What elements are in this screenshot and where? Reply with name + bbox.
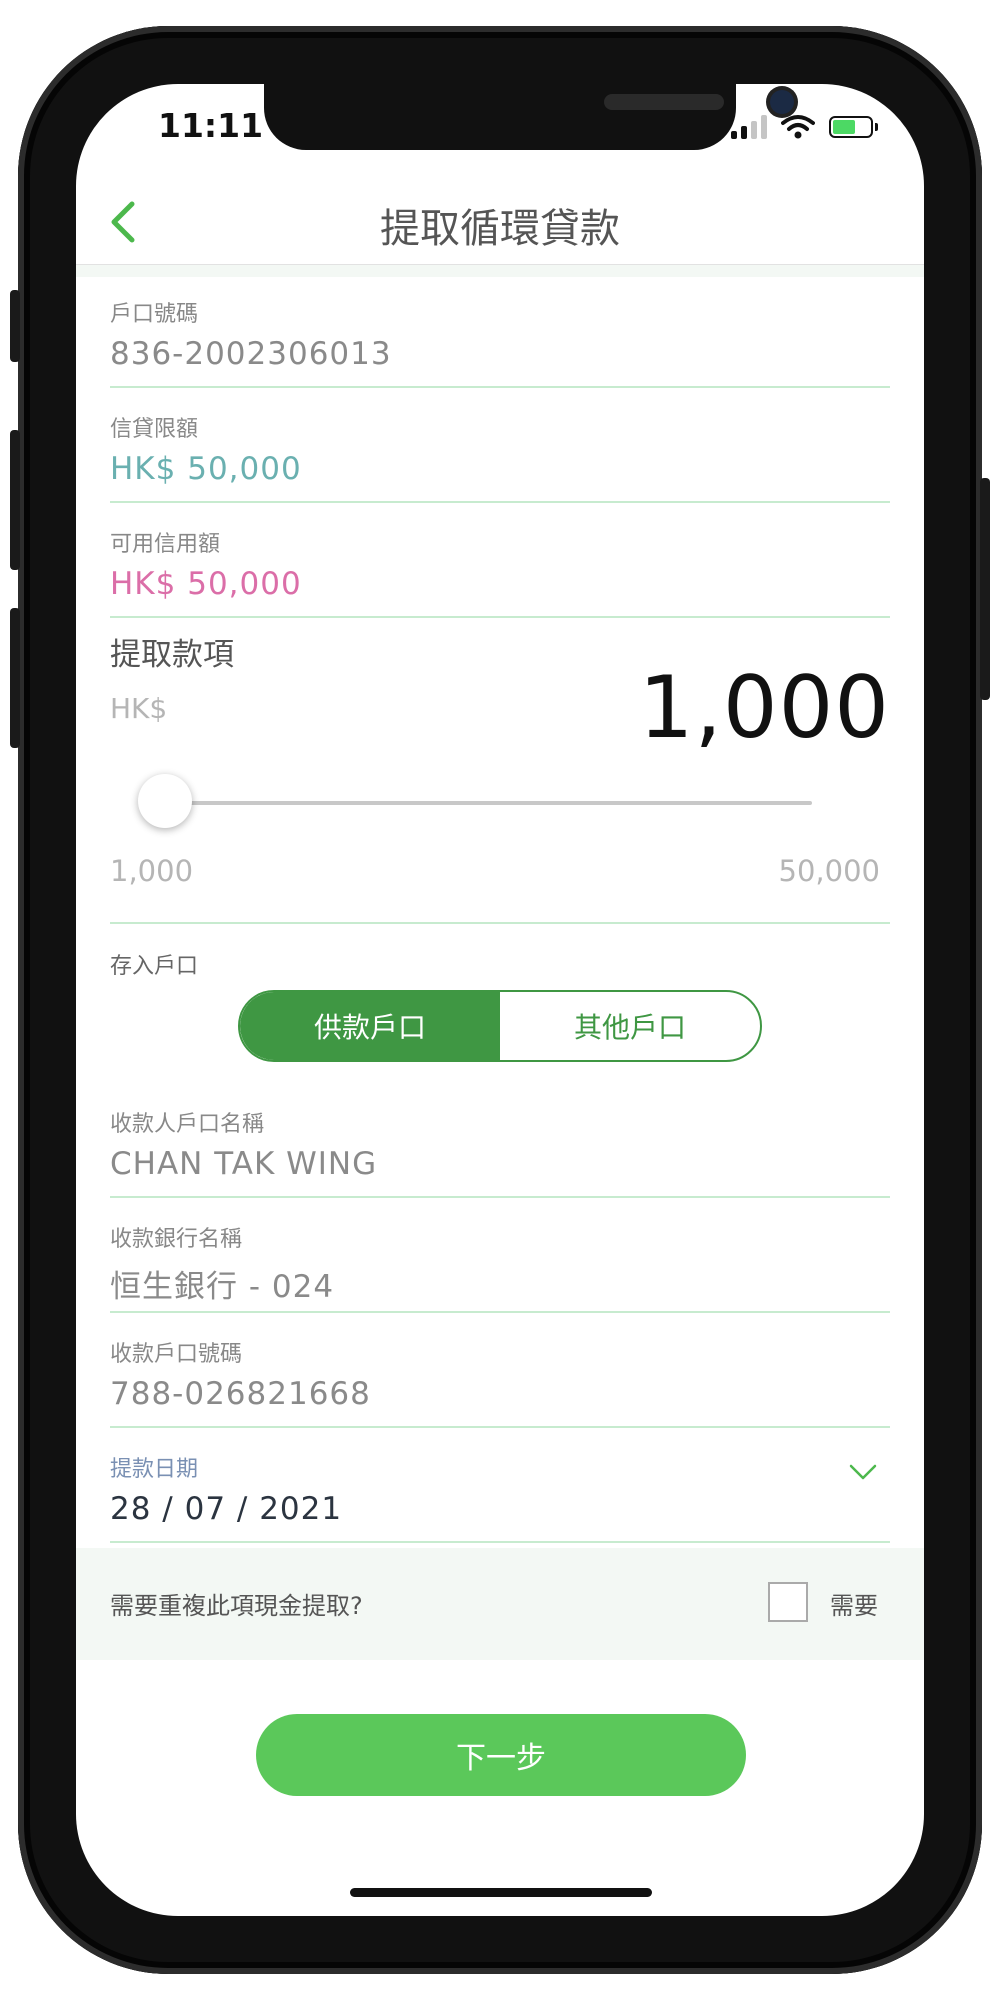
account-number-label: 戶口號碼 [110,302,199,327]
status-time: 11:11 [158,106,264,145]
page-title: 提取循環貸款 [380,206,620,252]
credit-limit-value: HK$ 50,000 [110,451,302,487]
account-number-value: 836-2002306013 [110,336,392,372]
account-number-field: 戶口號碼 836-2002306013 [110,296,890,388]
cellular-signal-icon [731,115,767,139]
repeat-checkbox[interactable] [768,1582,808,1622]
status-icons [731,112,878,142]
slider-min-label: 1,000 [110,854,194,888]
home-indicator [350,1888,652,1897]
withdrawal-amount-value: 1,000 [638,658,890,758]
volume-up-button [10,430,20,570]
available-credit-label: 可用信用額 [110,532,221,557]
withdrawal-amount-label: 提取款項 [110,637,234,673]
toggle-option-other-account[interactable]: 其他戶口 [500,992,760,1060]
available-credit-value: HK$ 50,000 [110,566,302,602]
payee-name-value: CHAN TAK WING [110,1146,378,1182]
slider-max-label: 50,000 [778,854,880,888]
header-bar: 提取循環貸款 [76,184,924,265]
payee-bank-field: 收款銀行名稱 恒生銀行 - 024 [110,1221,890,1313]
credit-limit-label: 信貸限額 [110,417,199,442]
payee-account-field: 收款戶口號碼 788-026821668 [110,1336,890,1428]
amount-slider-track[interactable] [154,801,812,805]
toggle-option-loan-account[interactable]: 供款戶口 [240,992,500,1060]
app-screen: 11:11 提取循環貸款 戶口號碼 836-2002306013 信貸限額 HK… [76,84,924,1916]
deposit-account-toggle: 供款戶口 其他戶口 [238,990,762,1062]
payee-bank-label: 收款銀行名稱 [110,1227,243,1252]
amount-slider-handle[interactable] [138,774,192,828]
front-camera [770,90,794,114]
payee-account-value: 788-026821668 [110,1376,371,1412]
power-button [980,478,990,700]
payee-name-label: 收款人戶口名稱 [110,1112,265,1137]
payee-account-label: 收款戶口號碼 [110,1342,243,1367]
deposit-account-label: 存入戶口 [110,954,199,979]
available-credit-field: 可用信用額 HK$ 50,000 [110,526,890,618]
volume-down-button [10,608,20,748]
wifi-icon [781,115,815,139]
notch [264,84,794,150]
speaker-grille [604,94,724,110]
chevron-down-icon[interactable] [848,1462,878,1482]
section-divider [110,922,890,924]
next-button[interactable]: 下一步 [256,1714,746,1796]
repeat-checkbox-label: 需要 [830,1592,878,1620]
withdraw-date-label: 提款日期 [110,1457,199,1482]
withdraw-date-field[interactable]: 提款日期 28 / 07 / 2021 [110,1451,890,1543]
credit-limit-field: 信貸限額 HK$ 50,000 [110,411,890,503]
withdraw-date-value: 28 / 07 / 2021 [110,1491,343,1527]
payee-bank-value: 恒生銀行 - 024 [110,1269,335,1305]
payee-name-field: 收款人戶口名稱 CHAN TAK WING [110,1106,890,1198]
header-strip [76,265,924,277]
repeat-withdrawal-question: 需要重複此項現金提取? [110,1592,363,1620]
repeat-withdrawal-row: 需要重複此項現金提取? 需要 [76,1548,924,1660]
battery-charging-icon [829,116,878,138]
mute-switch [10,290,20,362]
currency-label: HK$ [110,692,168,725]
